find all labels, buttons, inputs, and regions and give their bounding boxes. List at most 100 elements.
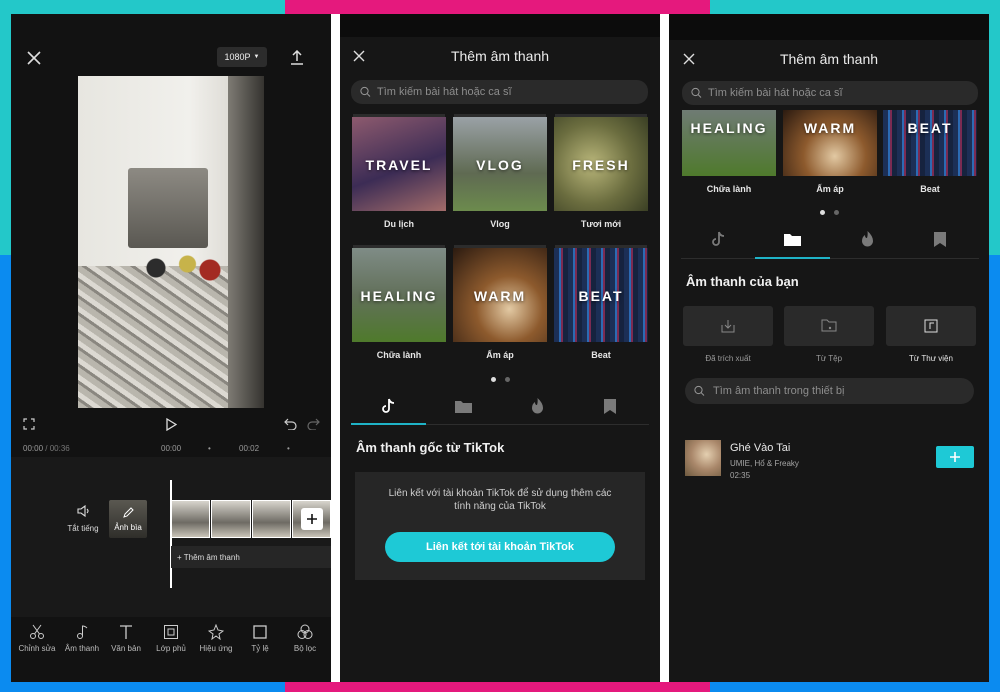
category-vlog[interactable]: VLOG [453,117,547,211]
undo-icon[interactable] [282,416,298,432]
cover-button[interactable]: Ảnh bìa [109,500,147,538]
background-accent [285,0,710,14]
toolbar-label: Âm thanh [64,644,100,653]
toolbar-filter[interactable]: Bộ lọc [280,624,330,653]
category-beat[interactable]: BEAT [883,110,977,176]
extract-icon [721,320,735,333]
search-icon [360,86,371,97]
bookmark-icon[interactable] [930,229,950,249]
folder-icon[interactable] [453,396,473,416]
add-song-button[interactable] [936,446,974,468]
tab-indicator [351,423,426,425]
caret-down-icon: ▼ [253,54,260,60]
folder-music-icon [821,319,837,332]
song-cover[interactable] [685,440,721,476]
category-name: Du lịch [383,219,414,229]
plus-icon [307,514,317,524]
search-placeholder: Tìm kiếm bài hát hoặc ca sĩ [708,87,843,99]
toolbar-text[interactable]: Văn bản [101,624,151,653]
category-fresh[interactable]: FRESH [554,117,648,211]
text-icon [120,625,132,639]
toolbar-label: Tỷ lệ [251,644,269,653]
play-icon[interactable] [163,416,179,432]
toolbar-ratio[interactable]: Tỷ lệ [235,624,285,653]
category-name: Ấm áp [816,184,844,194]
category-healing[interactable]: HEALING [352,248,446,342]
tiktok-icon[interactable] [378,396,398,416]
from-file-button[interactable] [784,306,874,346]
current-time: 00:00 / 00:36 [23,444,70,453]
fire-icon[interactable] [857,229,877,249]
category-warm[interactable]: WARM [783,110,877,176]
category-badge: WARM [803,120,857,136]
search-placeholder: Tìm âm thanh trong thiết bị [713,385,845,397]
tiktok-link-card: Liên kết với tài khoản TikTok để sử dụng… [355,472,645,580]
carousel-dot[interactable] [820,210,825,215]
add-audio-track[interactable]: + Thêm âm thanh [171,546,331,568]
category-warm[interactable]: WARM [453,248,547,342]
close-icon[interactable] [24,48,44,68]
aspect-ratio-icon [253,625,267,639]
category-name: Vlog [490,219,510,229]
category-name: Chữa lành [706,184,752,194]
carousel-dot[interactable] [834,210,839,215]
toolbar-label: Chỉnh sửa [18,644,56,653]
resolution-dropdown[interactable]: 1080P ▼ [217,47,267,67]
song-artist: UMIE, Hổ & Freaky [730,459,799,468]
ruler-mark: 00:00 [161,444,182,453]
from-library-button[interactable] [886,306,976,346]
category-healing[interactable]: HEALING [682,110,776,176]
toolbar-audio[interactable]: Âm thanh [57,624,107,653]
carousel-dot[interactable] [505,377,510,382]
song-duration: 02:35 [730,471,751,480]
carousel-dot-active[interactable] [491,377,496,382]
sparkle-star-icon [208,624,224,640]
device-search-input[interactable]: Tìm âm thanh trong thiết bị [685,378,974,404]
category-badge: WARM [473,288,527,304]
section-title: Âm thanh gốc từ TikTok [356,440,505,455]
bookmark-icon[interactable] [600,396,620,416]
tiktok-icon[interactable] [708,229,728,249]
category-beat[interactable]: BEAT [554,248,648,342]
toolbar-label: Lớp phủ [156,644,186,653]
section-title: Âm thanh của bạn [686,274,799,289]
mute-label: Tắt tiếng [67,524,99,533]
ruler-mark: 00:02 [239,444,260,453]
page-title: Thêm âm thanh [450,48,550,64]
toolbar-overlay[interactable]: Lớp phủ [146,624,196,653]
status-bar [669,14,989,40]
link-tiktok-button[interactable]: Liên kết tới tài khoản TikTok [385,532,615,562]
folder-icon[interactable] [782,229,802,249]
speaker-icon [76,504,89,518]
category-badge: HEALING [690,120,768,136]
add-clip-button[interactable] [301,508,323,530]
ruler-dot: • [208,444,211,453]
video-preview[interactable] [78,76,264,408]
search-input[interactable]: Tìm kiếm bài hát hoặc ca sĩ [351,80,648,104]
search-icon [694,385,705,396]
category-travel[interactable]: TRAVEL [352,117,446,211]
resolution-label: 1080P [224,52,251,62]
toolbar-label: Văn bản [111,644,141,653]
extracted-audio-button[interactable] [683,306,773,346]
category-badge: TRAVEL [365,157,433,173]
mute-button[interactable]: Tắt tiếng [63,504,103,533]
redo-icon[interactable] [305,416,321,432]
toolbar-label: Bộ lọc [293,644,317,653]
song-title: Ghé Vào Tai [730,442,791,454]
status-bar [340,14,660,37]
plus-icon [950,452,960,462]
fire-icon[interactable] [527,396,547,416]
export-icon[interactable] [287,48,307,68]
page-title: Thêm âm thanh [779,51,879,67]
category-name: Tươi mới [580,219,622,229]
search-placeholder: Tìm kiếm bài hát hoặc ca sĩ [377,86,512,98]
fullscreen-icon[interactable] [21,416,37,432]
edit-icon [122,507,134,518]
source-label: Từ Thư viện [909,354,953,363]
ruler-dot: • [287,444,290,453]
category-badge: HEALING [360,288,438,304]
search-input[interactable]: Tìm kiếm bài hát hoặc ca sĩ [682,81,978,105]
toolbar-edit[interactable]: Chỉnh sửa [12,624,62,653]
toolbar-effects[interactable]: Hiệu ứng [191,624,241,653]
